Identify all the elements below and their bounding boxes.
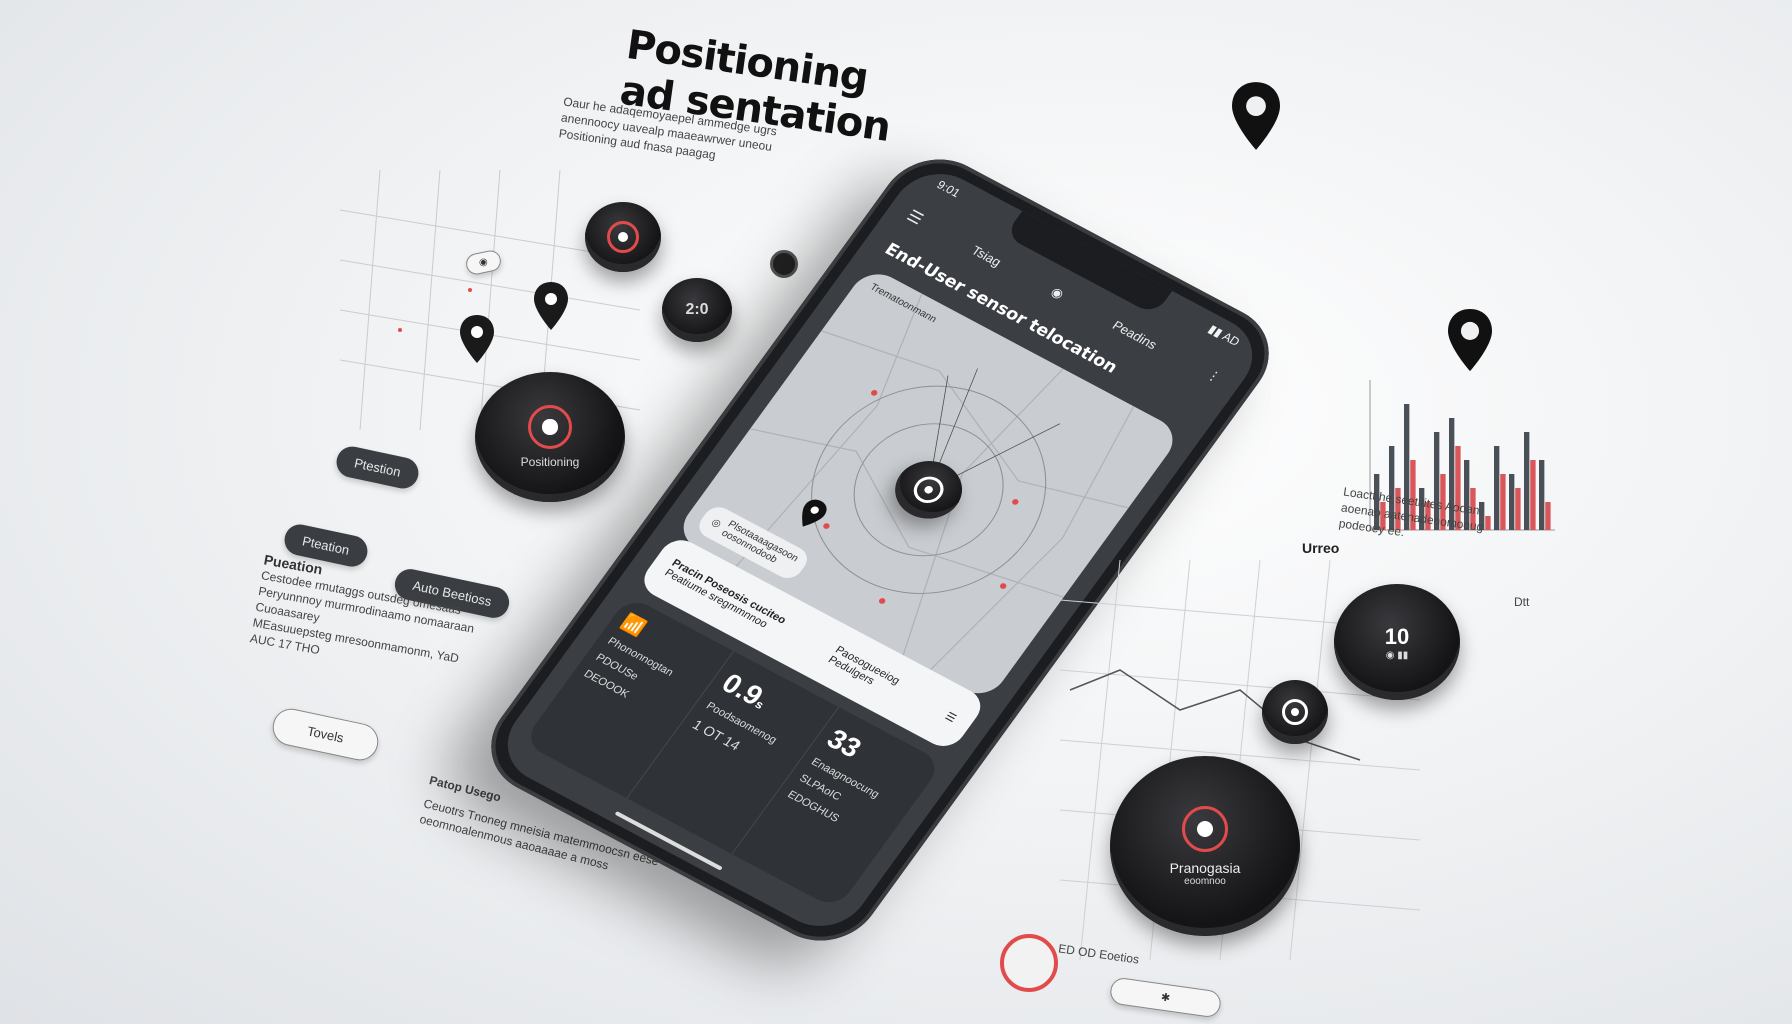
sensor-sub: eoomnoo [1184, 875, 1226, 887]
sensor-puck-large[interactable]: Pranogasia eoomnoo [1110, 756, 1300, 936]
signal-icon: ◉ ▮▮ [1385, 649, 1409, 661]
footer-chip[interactable]: ✱ [1108, 976, 1223, 1019]
pill-label: Ptestion [352, 455, 403, 480]
nav-tab-right[interactable]: Peadins [1110, 317, 1160, 351]
stat-value: 33 [821, 723, 868, 764]
axis-tag: Dtt [1514, 595, 1530, 609]
status-time: 9:01 [934, 177, 964, 201]
sensor-label: Pranogasia [1169, 859, 1241, 876]
status-right: AD [1219, 329, 1243, 349]
map-pin-icon [1448, 308, 1492, 372]
chart-title: Urreo [1302, 540, 1340, 556]
target-icon: ◎ [709, 516, 724, 530]
sensor-puck[interactable]: 10 ◉ ▮▮ [1334, 584, 1460, 700]
more-icon[interactable]: ⋮ [1203, 367, 1224, 386]
status-icons: ▮▮ AD [1205, 322, 1243, 349]
sensor-puck[interactable] [1262, 680, 1328, 744]
sensor-value: 10 [1384, 623, 1410, 649]
tools-button[interactable]: Tovels [269, 705, 382, 764]
menu-icon[interactable]: ☰ [903, 206, 928, 229]
button-label: Tovels [305, 723, 346, 746]
sensor-ring-icon [1182, 805, 1228, 852]
pin-small-icon: ✱ [1160, 991, 1171, 1005]
list-icon[interactable]: ☰ [943, 709, 959, 724]
sensor-ring-icon [1282, 699, 1308, 725]
location-icon[interactable]: ◉ [1047, 284, 1067, 302]
nav-tab-left[interactable]: Tsiag [969, 242, 1005, 269]
gauge-icon [1000, 934, 1058, 992]
sensor-ring-icon [907, 471, 950, 508]
map-pin-icon [460, 315, 494, 363]
tag-label [478, 258, 480, 269]
pill-label: Pteation [300, 533, 351, 558]
positioning-pill[interactable]: Ptestion [333, 443, 422, 492]
left-description: Pueation Cestodee rmutaggs outsdeg omesa… [249, 551, 541, 694]
